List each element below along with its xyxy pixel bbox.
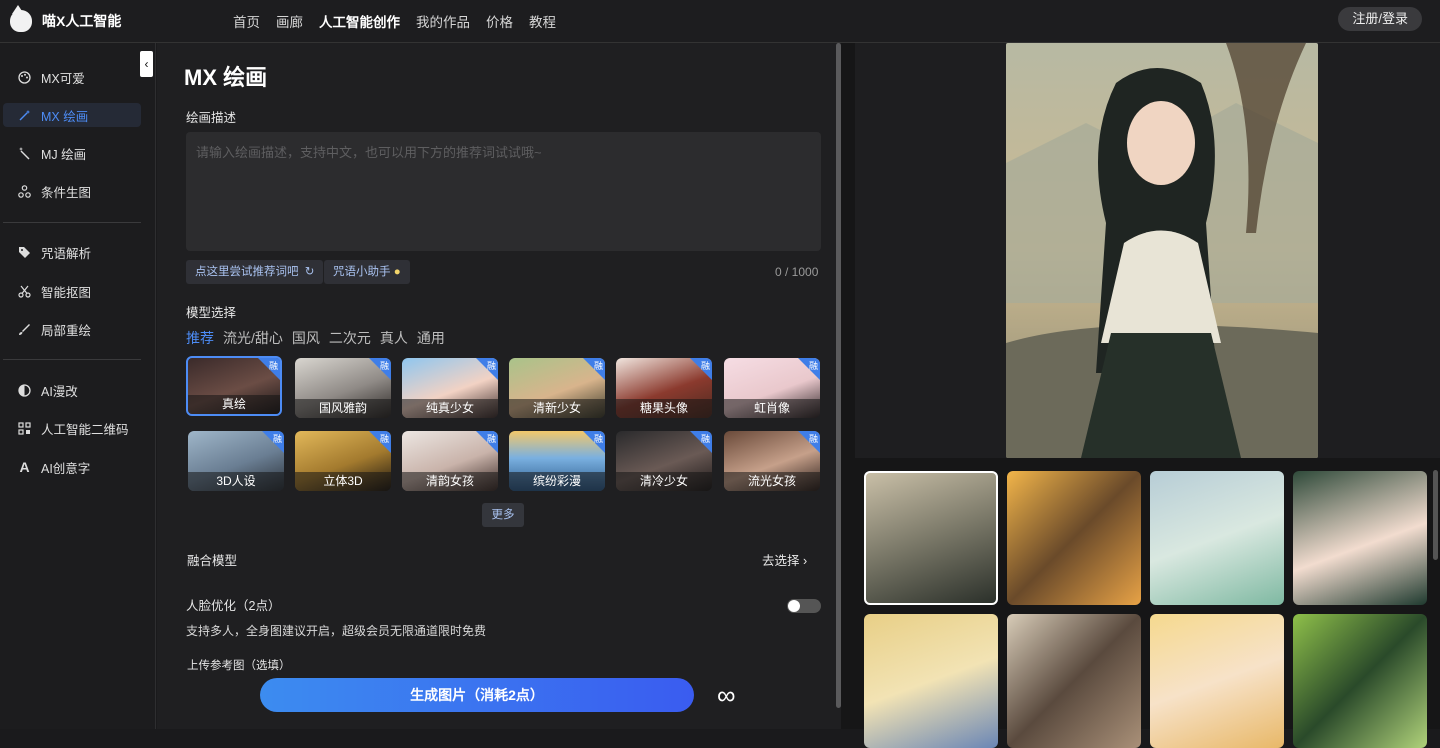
sidebar: ‹ MX可爱 MX 绘画 MJ 绘画 条件生图 咒语解析 智能抠图 局部重绘 A…: [0, 43, 156, 729]
sidebar-item-ai-font[interactable]: A AI创意字: [3, 455, 141, 479]
tag-icon: [18, 246, 31, 259]
sidebar-item-label: 局部重绘: [41, 323, 92, 338]
model-card[interactable]: 融 3D人设: [188, 431, 284, 491]
sidebar-item-label: 人工智能二维码: [41, 422, 129, 437]
cat-logo-icon: [10, 5, 32, 32]
history-thumb[interactable]: [1007, 614, 1141, 748]
magic-wand-icon: [18, 109, 31, 122]
palette-icon: [18, 70, 31, 84]
face-opt-label: 人脸优化（2点）: [186, 599, 281, 613]
tab-guofeng[interactable]: 国风: [292, 328, 320, 348]
history-thumb[interactable]: [1150, 471, 1284, 605]
sidebar-item-mx-cute[interactable]: MX可爱: [3, 65, 141, 89]
nav-tutorial[interactable]: 教程: [529, 11, 556, 31]
half-circle-icon: [18, 383, 31, 397]
model-card[interactable]: 融国风雅韵: [295, 358, 391, 418]
tab-streamer[interactable]: 流光/甜心: [223, 328, 283, 348]
model-card[interactable]: 融流光女孩: [724, 431, 820, 491]
try-recommend-chip[interactable]: 点这里尝试推荐词吧 ↻: [186, 260, 324, 284]
history-thumb[interactable]: [1150, 614, 1284, 748]
scissors-icon: [18, 285, 31, 298]
bulb-icon: ●: [393, 266, 401, 278]
nodes-icon: [18, 184, 31, 198]
brand-name: 喵X人工智能: [42, 13, 122, 29]
collapse-sidebar-button[interactable]: ‹: [140, 51, 153, 77]
nav-gallery[interactable]: 画廊: [276, 11, 303, 31]
tab-general[interactable]: 通用: [417, 328, 445, 348]
tab-recommend[interactable]: 推荐: [186, 328, 214, 348]
sidebar-item-cutout[interactable]: 智能抠图: [3, 279, 141, 303]
sidebar-divider: [3, 359, 141, 360]
model-card[interactable]: 融纯真少女: [402, 358, 498, 418]
refresh-icon: ↻: [304, 266, 315, 278]
prompt-helper-chip[interactable]: 咒语小助手 ●: [324, 260, 410, 284]
model-tabs: 推荐 流光/甜心 国风 二次元 真人 通用: [186, 328, 445, 348]
model-card[interactable]: 融清新少女: [509, 358, 605, 418]
tab-real[interactable]: 真人: [380, 328, 408, 348]
prompt-textarea[interactable]: 请输入绘画描述，支持中文，也可以用下方的推荐词试试哦~: [186, 132, 821, 251]
main-nav: 首页 画廊 人工智能创作 我的作品 价格 教程: [233, 11, 556, 31]
toggle-knob: [788, 600, 800, 612]
sidebar-item-label: AI创意字: [41, 461, 91, 476]
chevron-right-icon: ›: [803, 554, 808, 568]
description-label: 绘画描述: [186, 111, 237, 125]
top-bar: 喵X人工智能 首页 画廊 人工智能创作 我的作品 价格 教程 注册/登录: [0, 0, 1440, 43]
sidebar-item-label: 智能抠图: [41, 285, 92, 300]
sidebar-item-mx-drawing[interactable]: MX 绘画: [3, 103, 141, 127]
sidebar-item-label: MX可爱: [41, 71, 85, 86]
model-card[interactable]: 融缤纷彩漫: [509, 431, 605, 491]
qrcode-icon: [18, 421, 31, 435]
nav-pricing[interactable]: 价格: [486, 11, 513, 31]
model-card[interactable]: 融糖果头像: [616, 358, 712, 418]
drawing-panel: MX 绘画 绘画描述 请输入绘画描述，支持中文，也可以用下方的推荐词试试哦~ 点…: [157, 43, 840, 729]
infinity-icon[interactable]: ∞: [717, 682, 736, 708]
history-thumb[interactable]: [1293, 614, 1427, 748]
model-label: 模型选择: [186, 306, 237, 320]
sidebar-item-label: MJ 绘画: [41, 147, 87, 162]
sidebar-item-inpaint[interactable]: 局部重绘: [3, 317, 141, 341]
more-models-button[interactable]: 更多: [482, 503, 524, 527]
login-button[interactable]: 注册/登录: [1338, 7, 1422, 31]
preview-area: [855, 43, 1440, 458]
sidebar-divider: [3, 222, 141, 223]
generate-button[interactable]: 生成图片（消耗2点）: [260, 678, 694, 712]
sidebar-item-qrcode[interactable]: 人工智能二维码: [3, 416, 141, 440]
model-card[interactable]: 融真绘: [186, 356, 282, 416]
model-card[interactable]: 融清韵女孩: [402, 431, 498, 491]
sidebar-item-conditional[interactable]: 条件生图: [3, 179, 141, 203]
char-counter: 0 / 1000: [775, 265, 819, 279]
fusion-label: 融合模型: [187, 554, 238, 568]
history-thumb[interactable]: [1293, 471, 1427, 605]
face-opt-toggle[interactable]: [787, 599, 821, 613]
brush-icon: [18, 323, 31, 336]
model-card[interactable]: 融立体3D: [295, 431, 391, 491]
sidebar-item-label: AI漫改: [41, 384, 78, 399]
preview-image[interactable]: [1006, 43, 1318, 458]
sidebar-item-ai-comic[interactable]: AI漫改: [3, 378, 141, 402]
nav-ai-create[interactable]: 人工智能创作: [319, 11, 400, 31]
letter-a-icon: A: [19, 459, 30, 475]
preview-panel: [841, 43, 1440, 748]
model-card[interactable]: 融清冷少女: [616, 431, 712, 491]
upload-label: 上传参考图（选填）: [187, 660, 291, 672]
sidebar-item-label: 条件生图: [41, 185, 92, 200]
sidebar-item-mj-drawing[interactable]: MJ 绘画: [3, 141, 141, 165]
face-opt-note: 支持多人，全身图建议开启，超级会员无限通道限时免费: [186, 624, 487, 638]
thumbnail-scrollbar[interactable]: [1433, 470, 1438, 560]
page-title: MX 绘画: [184, 65, 268, 90]
brand[interactable]: 喵X人工智能: [10, 5, 200, 32]
sidebar-item-label: 咒语解析: [41, 246, 92, 261]
history-thumb[interactable]: [864, 471, 998, 605]
sparkle-wand-icon: [18, 146, 31, 160]
nav-my-works[interactable]: 我的作品: [416, 11, 470, 31]
model-card[interactable]: 融虹肖像: [724, 358, 820, 418]
history-thumb[interactable]: [864, 614, 998, 748]
history-thumb[interactable]: [1007, 471, 1141, 605]
sidebar-item-prompt-parse[interactable]: 咒语解析: [3, 240, 141, 264]
nav-home[interactable]: 首页: [233, 11, 260, 31]
fusion-select-link[interactable]: 去选择 ›: [762, 550, 807, 569]
tab-anime[interactable]: 二次元: [329, 328, 371, 348]
sidebar-item-label: MX 绘画: [41, 109, 89, 124]
